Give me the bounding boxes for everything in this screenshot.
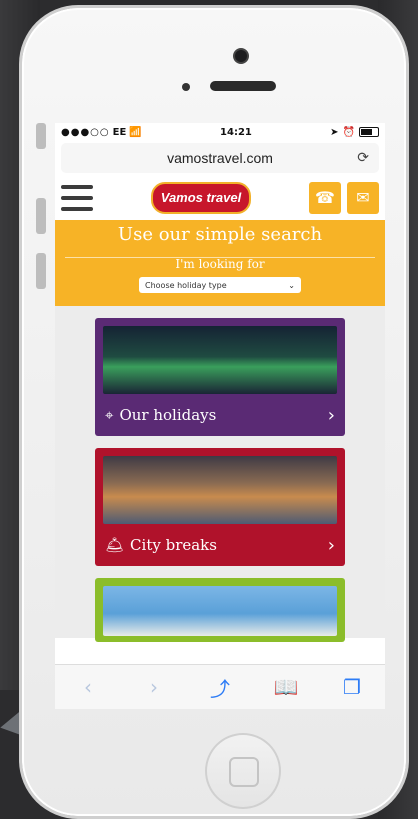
chevron-right-icon: › [327, 535, 335, 556]
city-icon: 🛎 [105, 536, 125, 554]
card-title: City breaks [130, 536, 217, 554]
proximity-sensor [182, 83, 190, 91]
card-label: 🛎 City breaks [105, 536, 217, 554]
aurora-image [103, 326, 337, 394]
card-label: ⌖ Our holidays [105, 406, 216, 424]
card-title: Our holidays [119, 406, 217, 424]
volume-down-button [36, 253, 46, 289]
header-actions: ☎ ✉ [309, 181, 379, 214]
card-list: ⌖ Our holidays › 🛎 City breaks › [55, 306, 385, 642]
alarm-icon: ⏰ [342, 126, 355, 138]
vamos-travel-logo[interactable]: Vamos travel [151, 181, 251, 214]
location-arrow-icon: ➤ [330, 126, 339, 138]
chevron-right-icon: › [327, 405, 335, 426]
status-left: ●●●○○ EE 📶 [61, 127, 142, 138]
holiday-type-select[interactable]: Choose holiday type ⌄ [139, 277, 301, 293]
home-square-icon [229, 757, 259, 787]
tabs-icon[interactable]: ❐ [334, 675, 370, 699]
share-icon[interactable]: ⤴ [202, 673, 238, 702]
phone-screen: ●●●○○ EE 📶 14:21 ➤ ⏰ vamostravel.com ⟳ V… [55, 123, 385, 709]
reload-icon[interactable]: ⟳ [357, 149, 369, 166]
home-button[interactable] [205, 733, 281, 809]
front-camera [235, 50, 247, 62]
phone-button[interactable]: ☎ [309, 181, 341, 214]
search-subtitle: I'm looking for [175, 257, 265, 271]
wifi-icon: 📶 [129, 126, 142, 138]
divider [65, 257, 375, 258]
url-text: vamostravel.com [167, 150, 273, 166]
location-pin-icon: ⌖ [105, 406, 114, 424]
mute-switch [36, 123, 46, 149]
address-bar[interactable]: vamostravel.com ⟳ [61, 143, 379, 173]
venice-image [103, 456, 337, 524]
signal-dots-icon: ●●●○○ [61, 126, 110, 138]
battery-icon [358, 127, 379, 137]
email-icon: ✉ [356, 188, 370, 207]
chevron-down-icon: ⌄ [288, 280, 295, 290]
time: 14:21 [220, 126, 252, 138]
card-our-holidays[interactable]: ⌖ Our holidays › [95, 318, 345, 436]
carrier-name: EE [112, 126, 127, 138]
card-city-breaks[interactable]: 🛎 City breaks › [95, 448, 345, 566]
sea-image [103, 586, 337, 636]
search-title: Use our simple search [117, 224, 323, 245]
forward-icon[interactable]: › [136, 675, 172, 699]
earpiece-speaker [210, 81, 276, 91]
search-panel: Use our simple search I'm looking for Ch… [55, 220, 385, 306]
email-button[interactable]: ✉ [347, 181, 379, 214]
browser-toolbar: ‹ › ⤴ 📖 ❐ [55, 664, 385, 709]
menu-icon[interactable] [61, 184, 93, 211]
volume-up-button [36, 198, 46, 234]
site-header: Vamos travel ☎ ✉ [55, 175, 385, 220]
select-value: Choose holiday type [145, 280, 227, 290]
status-bar: ●●●○○ EE 📶 14:21 ➤ ⏰ [55, 123, 385, 141]
card-beach[interactable] [95, 578, 345, 642]
status-right: ➤ ⏰ [330, 127, 379, 138]
phone-icon: ☎ [315, 188, 335, 207]
back-icon[interactable]: ‹ [70, 675, 106, 699]
bookmarks-icon[interactable]: 📖 [268, 675, 304, 699]
